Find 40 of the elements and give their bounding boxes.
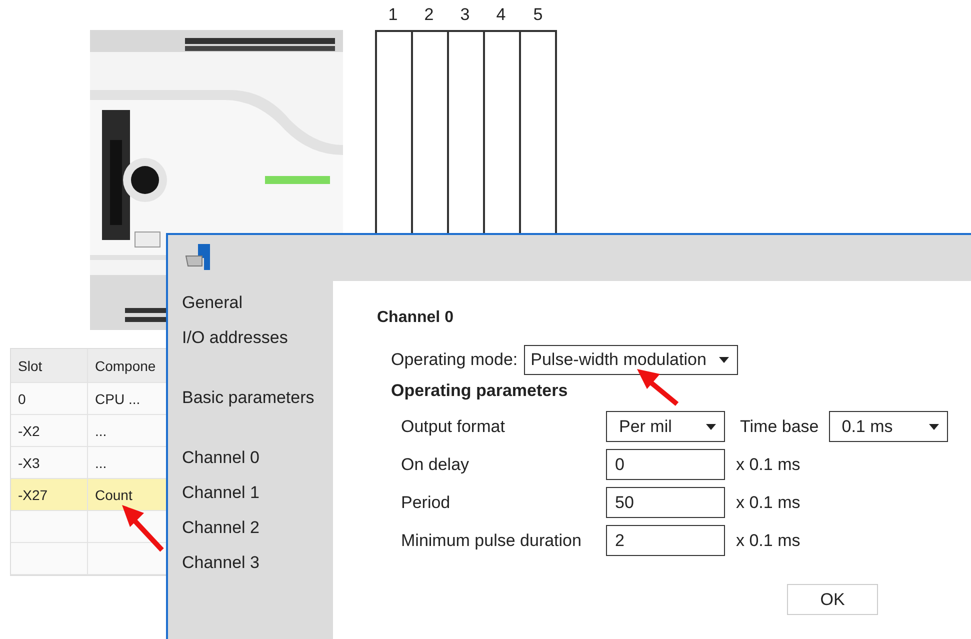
column-header: Slot	[11, 349, 88, 382]
nav-item[interactable]: Channel 3	[182, 551, 333, 575]
slot-number: 4	[496, 4, 506, 26]
nav-item[interactable]: Channel 1	[182, 481, 333, 505]
slot-number: 2	[424, 4, 434, 26]
pointer-arrow	[635, 367, 680, 407]
unit-label: x 0.1 ms	[736, 530, 800, 550]
unit-label: x 0.1 ms	[736, 454, 800, 474]
slot-number: 3	[460, 4, 470, 26]
caret-icon	[718, 357, 729, 363]
nav-item[interactable]: I/O addresses	[182, 326, 333, 350]
pointer-arrow	[120, 503, 165, 553]
field-label: Operating mode:	[391, 350, 518, 370]
table-cell: -X2	[11, 415, 88, 446]
time-base-dropdown[interactable]: 0.1 ms	[828, 411, 948, 442]
ok-button[interactable]: OK	[787, 584, 878, 615]
field-label: Output format	[401, 416, 506, 436]
table-cell: -X3	[11, 447, 88, 478]
caret-icon	[706, 424, 716, 430]
nav-item[interactable]: Channel 2	[182, 516, 333, 540]
mode-dropdown[interactable]: Pulse-width modulation	[524, 345, 738, 375]
nav-item[interactable]: General	[182, 291, 333, 315]
input-field[interactable]: 2	[606, 525, 725, 556]
nav-item[interactable]: Channel 0	[182, 446, 333, 470]
caret-icon	[928, 424, 939, 430]
input-field[interactable]: 0	[606, 449, 725, 480]
field-label: On delay	[401, 454, 470, 474]
field-label: Period	[401, 492, 452, 512]
slot-number: 1	[388, 4, 398, 26]
table-cell: -X27	[11, 479, 88, 510]
section-title: Operating parameters	[391, 381, 569, 401]
format-dropdown[interactable]: Per mil	[606, 411, 725, 442]
section-title: Channel 0	[377, 309, 454, 327]
field-label: Minimum pulse duration	[401, 530, 582, 550]
table-cell: 0	[11, 383, 88, 414]
nav-item[interactable]: Basic parameters	[182, 386, 333, 410]
unit-label: x 0.1 ms	[736, 492, 800, 512]
input-field[interactable]: 50	[606, 487, 725, 518]
field-label: Time base	[740, 416, 819, 436]
slot-number: 5	[533, 4, 543, 26]
